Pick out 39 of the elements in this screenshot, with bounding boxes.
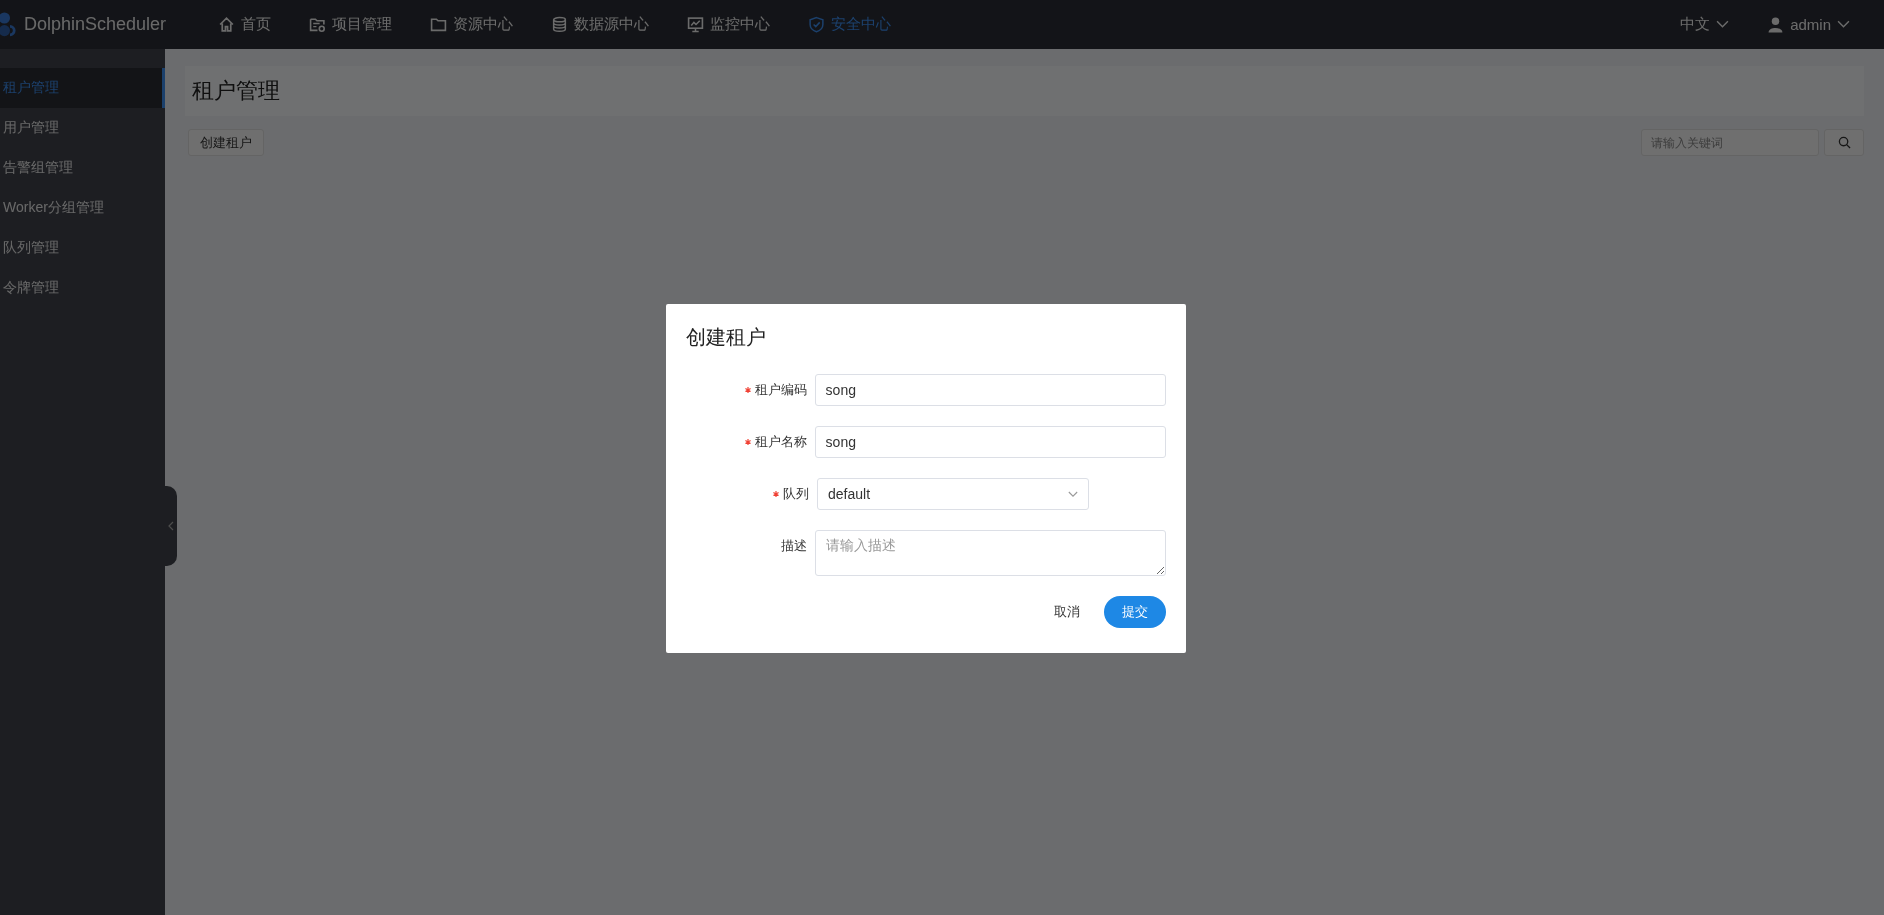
sidebar-item[interactable]: 用户管理 xyxy=(0,108,165,148)
folder-gear-icon xyxy=(309,16,326,33)
home-icon xyxy=(218,16,235,33)
field-label: 租户名称 xyxy=(754,433,807,451)
logo-text: DolphinScheduler xyxy=(24,14,167,35)
monitor-icon xyxy=(687,16,704,33)
database-icon xyxy=(551,16,568,33)
language-dropdown[interactable]: 中文 xyxy=(1674,14,1736,35)
folder-icon xyxy=(430,16,447,33)
user-dropdown[interactable]: admin xyxy=(1761,15,1856,34)
user-icon xyxy=(1767,16,1785,33)
sidebar-item[interactable]: 告警组管理 xyxy=(0,148,165,188)
cancel-button[interactable]: 取消 xyxy=(1046,597,1088,627)
nav-tab[interactable]: 项目管理 xyxy=(291,0,410,49)
dialog-title: 创建租户 xyxy=(686,325,766,350)
search-button[interactable] xyxy=(1824,129,1864,156)
submit-button[interactable]: 提交 xyxy=(1104,596,1166,628)
text-field[interactable]: song xyxy=(814,374,1166,406)
chevron-down-icon xyxy=(1837,20,1850,29)
sidebar-item[interactable]: 队列管理 xyxy=(0,228,165,268)
nav-tab[interactable]: 数据源中心 xyxy=(533,0,667,49)
shield-icon xyxy=(808,16,825,33)
sidebar-item[interactable]: Worker分组管理 xyxy=(0,188,165,228)
field-label: 队列 xyxy=(783,485,809,503)
text-field[interactable]: song xyxy=(814,426,1166,458)
collapse-handle[interactable] xyxy=(165,486,177,566)
nav-tab[interactable]: 监控中心 xyxy=(669,0,788,49)
sidebar-item[interactable]: 令牌管理 xyxy=(0,268,165,308)
select-field[interactable]: default xyxy=(817,478,1089,510)
textarea-field[interactable]: 请输入描述 xyxy=(814,530,1166,576)
nav-tab[interactable]: 资源中心 xyxy=(412,0,531,49)
chevron-down-icon xyxy=(1716,20,1730,29)
create-button[interactable]: 创建租户 xyxy=(188,129,264,156)
nav-tab[interactable]: 首页 xyxy=(200,0,289,49)
page-title: 租户管理 xyxy=(192,77,280,105)
chevron-down-icon xyxy=(1068,490,1078,498)
field-label: 租户编码 xyxy=(754,381,807,399)
search-icon xyxy=(1837,136,1851,149)
field-label: 描述 xyxy=(780,537,807,555)
